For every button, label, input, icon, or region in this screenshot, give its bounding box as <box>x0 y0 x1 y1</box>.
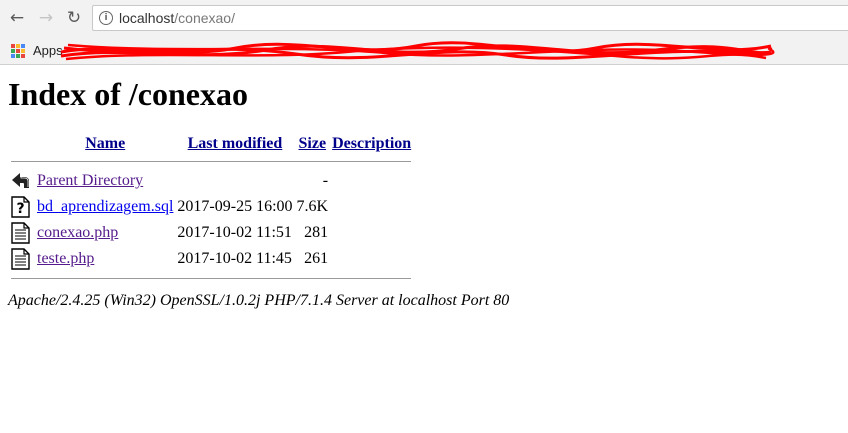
name-cell: teste.php <box>36 247 174 271</box>
file-link[interactable]: teste.php <box>37 250 94 267</box>
table-row: ? bd_aprendizagem.sql 2017-09-25 16:00 7… <box>10 195 412 219</box>
svg-text:?: ? <box>16 201 24 217</box>
url-text[interactable]: localhost/conexao/ <box>119 10 235 26</box>
file-link[interactable]: conexao.php <box>37 224 118 241</box>
last-modified-cell: 2017-10-02 11:51 <box>177 224 292 241</box>
browser-toolbar: ← → ↻ i localhost/conexao/ <box>0 0 848 36</box>
last-modified-cell: 2017-09-25 16:00 <box>177 198 293 215</box>
name-cell: bd_aprendizagem.sql <box>36 195 174 219</box>
description-cell <box>331 169 412 193</box>
apps-grid-icon[interactable] <box>11 44 25 58</box>
size-column-header: Size <box>296 134 330 154</box>
description-column-header: Description <box>331 134 412 154</box>
parent-directory-link[interactable]: Parent Directory <box>37 172 143 189</box>
size-cell: 261 <box>304 250 329 267</box>
header-divider <box>10 156 412 167</box>
back-arrow-folder-icon <box>12 173 29 188</box>
size-cell: 7.6K <box>296 198 329 215</box>
text-file-icon <box>11 222 30 244</box>
size-cell: - <box>322 172 329 189</box>
table-row: Parent Directory - <box>10 169 412 193</box>
directory-listing: Name Last modified Size Description Pare… <box>8 132 414 286</box>
redacted-bookmarks-scribble <box>60 41 775 61</box>
sort-by-last-modified-link[interactable]: Last modified <box>188 135 283 152</box>
bookmarks-bar: Apps <box>0 36 848 65</box>
last-modified-cell <box>176 169 293 193</box>
unknown-file-icon: ? <box>11 196 30 218</box>
text-file-icon <box>11 248 30 270</box>
file-link[interactable]: bd_aprendizagem.sql <box>37 198 173 215</box>
description-cell <box>331 195 412 219</box>
page-content: Index of /conexao Name Last modified Siz… <box>0 75 848 310</box>
reload-icon[interactable]: ↻ <box>64 8 84 28</box>
name-cell: conexao.php <box>36 221 174 245</box>
name-column-header: Name <box>36 134 174 154</box>
forward-arrow-icon[interactable]: → <box>36 8 56 28</box>
table-header-row: Name Last modified Size Description <box>10 134 412 154</box>
icon-cell <box>10 169 34 193</box>
icon-column-header <box>10 134 34 154</box>
page-title: Index of /conexao <box>8 76 248 112</box>
description-cell <box>331 247 412 271</box>
sort-by-name-link[interactable]: Name <box>85 135 125 152</box>
table-row: conexao.php 2017-10-02 11:51 281 <box>10 221 412 245</box>
last-modified-cell: 2017-10-02 11:45 <box>177 250 292 267</box>
size-cell: 281 <box>304 224 329 241</box>
url-host: localhost <box>119 10 175 26</box>
sort-by-description-link[interactable]: Description <box>332 135 411 152</box>
back-arrow-icon[interactable]: ← <box>7 8 27 28</box>
icon-cell <box>10 247 34 271</box>
description-cell <box>331 221 412 245</box>
icon-cell: ? <box>10 195 34 219</box>
url-path: /conexao/ <box>174 10 235 26</box>
server-signature: Apache/2.4.25 (Win32) OpenSSL/1.0.2j PHP… <box>8 292 510 309</box>
sort-by-size-link[interactable]: Size <box>299 135 327 152</box>
footer-divider <box>10 273 412 284</box>
address-bar[interactable]: i localhost/conexao/ <box>92 5 848 31</box>
last-modified-column-header: Last modified <box>176 134 293 154</box>
table-row: teste.php 2017-10-02 11:45 261 <box>10 247 412 271</box>
icon-cell <box>10 221 34 245</box>
info-icon[interactable]: i <box>99 11 113 25</box>
name-cell: Parent Directory <box>36 169 174 193</box>
